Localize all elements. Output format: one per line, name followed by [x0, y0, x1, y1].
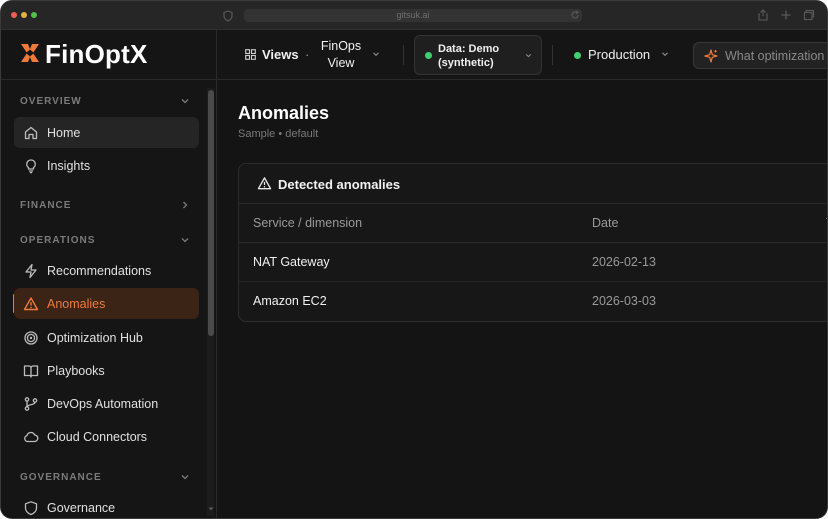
shield-icon: [22, 499, 39, 516]
search-placeholder: What optimization: [725, 49, 825, 63]
data-source-type: (synthetic): [438, 57, 494, 69]
grid-icon: [245, 49, 256, 60]
brand-header[interactable]: FinOptX: [1, 30, 217, 80]
cell-date: 2026-03-03: [592, 294, 656, 308]
browser-window: gitsuk.ai FinOptX OVERVIEW Home Insights…: [0, 0, 828, 519]
sidebar-item-label: Playbooks: [47, 363, 105, 378]
privacy-shield-icon[interactable]: [222, 10, 234, 22]
sidebar-item-home[interactable]: Home: [14, 117, 199, 148]
sidebar-item-cloud-connectors[interactable]: Cloud Connectors: [14, 421, 199, 452]
section-finance[interactable]: FINANCE: [20, 200, 71, 211]
top-bar: Views · FinOps View Data: Demo (syntheti…: [217, 30, 827, 80]
cell-service: Amazon EC2: [253, 294, 327, 308]
sidebar-scrollbar-thumb[interactable]: [208, 90, 214, 336]
lightbulb-icon: [22, 157, 39, 174]
sidebar-item-label: Home: [47, 125, 81, 140]
sidebar-item-label: Anomalies: [47, 296, 106, 311]
table-row[interactable]: NAT Gateway 2026-02-13 s: [239, 243, 827, 282]
sidebar-item-governance[interactable]: Governance: [14, 492, 199, 518]
git-branch-icon: [22, 395, 39, 412]
new-tab-icon[interactable]: [780, 9, 792, 21]
cloud-icon: [22, 428, 39, 445]
section-operations[interactable]: OPERATIONS: [20, 235, 95, 246]
cell-date: 2026-02-13: [592, 255, 656, 269]
browser-toolbar: gitsuk.ai: [1, 1, 827, 30]
table-header: Service / dimension Date T: [239, 204, 827, 243]
views-label[interactable]: Views: [262, 47, 299, 62]
sidebar-item-label: Insights: [47, 158, 91, 173]
sidebar-item-insights[interactable]: Insights: [14, 150, 199, 181]
sidebar-item-playbooks[interactable]: Playbooks: [14, 355, 199, 386]
bolt-icon: [22, 262, 39, 279]
data-source-label: Data: Demo (synthetic): [438, 42, 499, 70]
page-title: Anomalies: [238, 103, 330, 123]
cell-service: NAT Gateway: [253, 255, 330, 269]
chevron-down-icon[interactable]: [179, 95, 191, 107]
divider: [552, 45, 553, 65]
main-content: Anomalies Sample • default Detected anom…: [217, 80, 827, 518]
maximize-window-button[interactable]: [31, 12, 37, 18]
book-icon: [22, 362, 39, 379]
card-header: Detected anomalies: [239, 164, 827, 204]
address-bar-url: gitsuk.ai: [396, 10, 430, 20]
chevron-down-icon[interactable]: [179, 471, 191, 483]
sidebar-item-anomalies[interactable]: Anomalies: [14, 288, 199, 319]
data-source-name: Data: Demo: [438, 43, 500, 55]
data-source-selector[interactable]: Data: Demo (synthetic): [414, 35, 542, 75]
chevron-right-icon[interactable]: [179, 199, 191, 211]
chevron-down-icon: [525, 54, 532, 58]
chevron-down-icon[interactable]: [179, 234, 191, 246]
warning-icon: [22, 295, 39, 312]
share-icon[interactable]: [757, 9, 769, 21]
sidebar-item-label: Recommendations: [47, 263, 152, 278]
detected-anomalies-card: Detected anomalies Service / dimension D…: [238, 163, 827, 322]
sidebar-item-devops-automation[interactable]: DevOps Automation: [14, 388, 199, 419]
views-selector[interactable]: FinOps View: [317, 38, 365, 72]
environment-status-dot: [574, 52, 581, 59]
sidebar-item-label: Governance: [47, 500, 116, 515]
scroll-down-arrow-icon[interactable]: [208, 506, 214, 512]
column-header-service[interactable]: Service / dimension: [253, 216, 362, 230]
sidebar-item-label: Cloud Connectors: [47, 429, 148, 444]
sidebar-item-optimization-hub[interactable]: Optimization Hub: [14, 322, 199, 353]
finoptx-logo-icon: [21, 44, 39, 62]
section-governance[interactable]: GOVERNANCE: [20, 472, 102, 483]
target-icon: [22, 329, 39, 346]
sidebar-item-recommendations[interactable]: Recommendations: [14, 255, 199, 286]
page-subtitle: Sample • default: [238, 128, 319, 140]
address-bar[interactable]: gitsuk.ai: [244, 9, 582, 22]
sidebar-item-label: Optimization Hub: [47, 330, 143, 345]
chevron-down-icon[interactable]: [660, 49, 670, 59]
tab-overview-icon[interactable]: [803, 9, 815, 21]
divider: [403, 45, 404, 65]
warning-icon: [257, 177, 272, 190]
environment-selector[interactable]: Production: [588, 47, 650, 62]
home-icon: [22, 124, 39, 141]
status-dot: [425, 52, 432, 59]
section-overview[interactable]: OVERVIEW: [20, 96, 82, 107]
sparkle-icon: [704, 49, 718, 63]
ai-search-input[interactable]: What optimization: [693, 42, 827, 69]
brand-name: FinOptX: [45, 39, 148, 69]
sidebar-item-label: DevOps Automation: [47, 396, 159, 411]
table-row[interactable]: Amazon EC2 2026-03-03 e: [239, 282, 827, 321]
column-header-date[interactable]: Date: [592, 216, 618, 230]
card-title: Detected anomalies: [278, 177, 401, 192]
chevron-down-icon[interactable]: [371, 49, 381, 59]
minimize-window-button[interactable]: [21, 12, 27, 18]
views-separator: ·: [305, 47, 310, 62]
reload-icon[interactable]: [570, 10, 580, 20]
close-window-button[interactable]: [11, 12, 17, 18]
sidebar: FinOptX OVERVIEW Home Insights FINANCE O…: [1, 30, 217, 518]
